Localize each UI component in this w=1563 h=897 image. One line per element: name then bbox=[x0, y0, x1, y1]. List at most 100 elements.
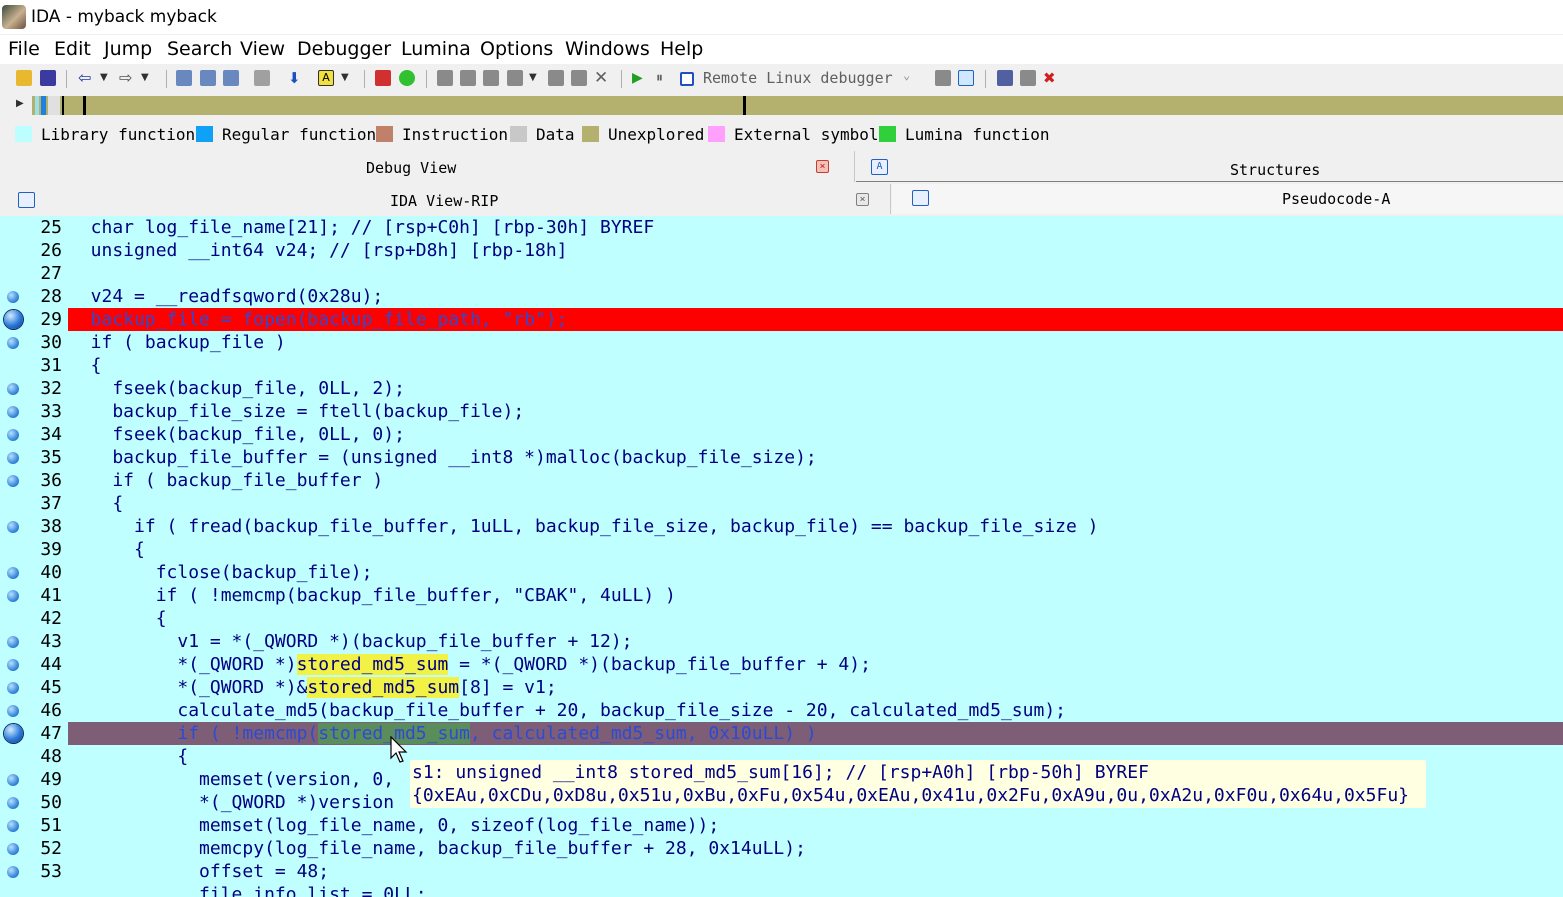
current-instruction-line[interactable]: 29 backup_file = fopen(backup_file_path,… bbox=[0, 308, 1563, 331]
code-line[interactable]: 38 if ( fread(backup_file_buffer, 1uLL, … bbox=[0, 515, 1563, 538]
menu-options[interactable]: Options bbox=[480, 38, 553, 60]
start-debugger-play-icon[interactable]: ▶ bbox=[632, 70, 648, 86]
menu-file[interactable]: File bbox=[8, 38, 40, 60]
code-line[interactable]: 36 if ( backup_file_buffer ) bbox=[0, 469, 1563, 492]
code-line[interactable]: 40 fclose(backup_file); bbox=[0, 561, 1563, 584]
code-text[interactable]: *(_QWORD *)&stored_md5_sum[8] = v1; bbox=[69, 677, 557, 698]
code-line[interactable]: 30 if ( backup_file ) bbox=[0, 331, 1563, 354]
forward-arrow-icon[interactable]: ⇨ bbox=[119, 70, 135, 86]
code-line[interactable]: 34 fseek(backup_file, 0LL, 0); bbox=[0, 423, 1563, 446]
print-icon[interactable] bbox=[254, 70, 270, 86]
text-view-icon[interactable]: A bbox=[318, 70, 334, 86]
struct-icon[interactable] bbox=[460, 70, 476, 86]
code-text[interactable]: if ( fread(backup_file_buffer, 1uLL, bac… bbox=[69, 516, 1099, 537]
code-text[interactable]: memset(version, 0, bbox=[69, 769, 394, 790]
code-line[interactable]: 53 offset = 48; bbox=[0, 860, 1563, 883]
code-text[interactable]: unsigned __int64 v24; // [rsp+D8h] [rbp-… bbox=[69, 240, 568, 261]
enum-icon[interactable] bbox=[483, 70, 499, 86]
code-text[interactable]: file_info_list = 0LL; bbox=[69, 884, 427, 897]
tab-ida-view-rip[interactable]: IDA View-RIP × bbox=[0, 184, 888, 214]
breakpoint-dot-icon[interactable] bbox=[7, 429, 19, 441]
code-text[interactable]: memset(log_file_name, 0, sizeof(log_file… bbox=[69, 815, 719, 836]
breakpoint-dot-icon[interactable] bbox=[7, 383, 19, 395]
breakpoint-dot-icon[interactable] bbox=[7, 567, 19, 579]
code-line[interactable]: 51 memset(log_file_name, 0, sizeof(log_f… bbox=[0, 814, 1563, 837]
code-line[interactable]: 28 v24 = __readfsqword(0x28u); bbox=[0, 285, 1563, 308]
code-text[interactable]: char log_file_name[21]; // [rsp+C0h] [rb… bbox=[69, 217, 655, 238]
code-line[interactable]: 37 { bbox=[0, 492, 1563, 515]
code-text[interactable]: memcpy(log_file_name, backup_file_buffer… bbox=[69, 838, 806, 859]
menu-help[interactable]: Help bbox=[660, 38, 703, 60]
breakpoint-dot-icon[interactable] bbox=[7, 797, 19, 809]
code-text[interactable]: calculate_md5(backup_file_buffer + 20, b… bbox=[69, 700, 1066, 721]
code-text[interactable]: v24 = __readfsqword(0x28u); bbox=[69, 286, 384, 307]
code-line[interactable]: 26 unsigned __int64 v24; // [rsp+D8h] [r… bbox=[0, 239, 1563, 262]
xref-icon[interactable] bbox=[507, 70, 523, 86]
code-line[interactable]: 44 *(_QWORD *)stored_md5_sum = *(_QWORD … bbox=[0, 653, 1563, 676]
code-line[interactable]: 45 *(_QWORD *)&stored_md5_sum[8] = v1; bbox=[0, 676, 1563, 699]
view-dropdown-icon[interactable]: ▼ bbox=[341, 70, 357, 86]
code-text[interactable]: backup_file_buffer = (unsigned __int8 *)… bbox=[69, 447, 816, 468]
breakpoint-dot-icon[interactable] bbox=[7, 820, 19, 832]
code-line[interactable]: 31 { bbox=[0, 354, 1563, 377]
code-line[interactable]: 32 fseek(backup_file, 0LL, 2); bbox=[0, 377, 1563, 400]
code-text[interactable]: { bbox=[69, 355, 102, 376]
code-line[interactable]: 25 char log_file_name[21]; // [rsp+C0h] … bbox=[0, 216, 1563, 239]
code-line[interactable]: 52 memcpy(log_file_name, backup_file_buf… bbox=[0, 837, 1563, 860]
active-breakpoint-icon[interactable] bbox=[4, 310, 23, 329]
code-text[interactable]: v1 = *(_QWORD *)(backup_file_buffer + 12… bbox=[69, 631, 632, 652]
code-line[interactable]: 46 calculate_md5(backup_file_buffer + 20… bbox=[0, 699, 1563, 722]
code-text[interactable]: *(_QWORD *)stored_md5_sum = *(_QWORD *)(… bbox=[69, 654, 871, 675]
stop-icon[interactable] bbox=[680, 72, 694, 86]
code-text[interactable]: if ( !memcmp(backup_file_buffer, "CBAK",… bbox=[69, 585, 676, 606]
code-line[interactable]: 41 if ( !memcmp(backup_file_buffer, "CBA… bbox=[0, 584, 1563, 607]
jump-down-arrow-icon[interactable]: ⬇ bbox=[288, 70, 304, 86]
step-into-icon[interactable] bbox=[958, 70, 974, 86]
code-text[interactable]: { bbox=[69, 746, 188, 767]
open-file-icon[interactable] bbox=[16, 70, 32, 86]
menu-search[interactable]: Search bbox=[167, 38, 232, 60]
save-icon[interactable] bbox=[40, 70, 56, 86]
breakpoint-dot-icon[interactable] bbox=[7, 521, 19, 533]
search-text-icon[interactable] bbox=[200, 70, 216, 86]
code-text[interactable]: { bbox=[69, 539, 145, 560]
code-line[interactable]: 33 backup_file_size = ftell(backup_file)… bbox=[0, 400, 1563, 423]
debugger-option-icon[interactable] bbox=[935, 70, 951, 86]
code-text[interactable]: fseek(backup_file, 0LL, 0); bbox=[69, 424, 405, 445]
back-arrow-icon[interactable]: ⇦ bbox=[78, 70, 94, 86]
pause-icon[interactable]: ⏸ bbox=[656, 70, 672, 86]
navigation-band[interactable] bbox=[32, 96, 1563, 115]
back-dropdown-icon[interactable]: ▼ bbox=[100, 70, 116, 86]
breakpoint-dot-icon[interactable] bbox=[7, 337, 19, 349]
close-icon[interactable]: × bbox=[856, 193, 869, 206]
code-line[interactable]: 42 { bbox=[0, 607, 1563, 630]
breakpoint-dot-icon[interactable] bbox=[7, 659, 19, 671]
breakpoint-dot-icon[interactable] bbox=[7, 682, 19, 694]
menu-jump[interactable]: Jump bbox=[104, 38, 152, 60]
code-line[interactable]: 43 v1 = *(_QWORD *)(backup_file_buffer +… bbox=[0, 630, 1563, 653]
code-text[interactable]: fclose(backup_file); bbox=[69, 562, 373, 583]
highlighted-symbol[interactable]: stored_md5_sum bbox=[307, 677, 460, 698]
detach-icon[interactable]: ✖ bbox=[1043, 70, 1059, 86]
breakpoint-dot-icon[interactable] bbox=[7, 636, 19, 648]
tab-pseudocode-a[interactable]: Pseudocode-A bbox=[892, 184, 1563, 214]
thread-icon[interactable] bbox=[1020, 70, 1036, 86]
green-circle-icon[interactable] bbox=[399, 70, 415, 86]
code-text[interactable]: backup_file_size = ftell(backup_file); bbox=[69, 401, 524, 422]
patch-icon[interactable] bbox=[548, 70, 564, 86]
code-text[interactable]: { bbox=[69, 608, 167, 629]
tab-debug-view[interactable]: Debug View × bbox=[0, 151, 852, 182]
breakpoint-line[interactable]: 47 if ( !memcmp(stored_md5_sum, calculat… bbox=[0, 722, 1563, 745]
breakpoint-dot-icon[interactable] bbox=[7, 291, 19, 303]
xref-dropdown-icon[interactable]: ▼ bbox=[529, 70, 545, 86]
code-text[interactable]: fseek(backup_file, 0LL, 2); bbox=[69, 378, 405, 399]
forward-dropdown-icon[interactable]: ▼ bbox=[141, 70, 157, 86]
delete-x-icon[interactable]: ✕ bbox=[594, 70, 610, 87]
breakpoint-dot-icon[interactable] bbox=[7, 705, 19, 717]
code-text[interactable]: offset = 48; bbox=[69, 861, 329, 882]
graph-view-icon[interactable] bbox=[375, 70, 391, 86]
breakpoint-dot-icon[interactable] bbox=[7, 475, 19, 487]
highlighted-symbol[interactable]: stored_md5_sum bbox=[296, 654, 449, 675]
breakpoint-dot-icon[interactable] bbox=[7, 843, 19, 855]
menu-view[interactable]: View bbox=[240, 38, 285, 60]
